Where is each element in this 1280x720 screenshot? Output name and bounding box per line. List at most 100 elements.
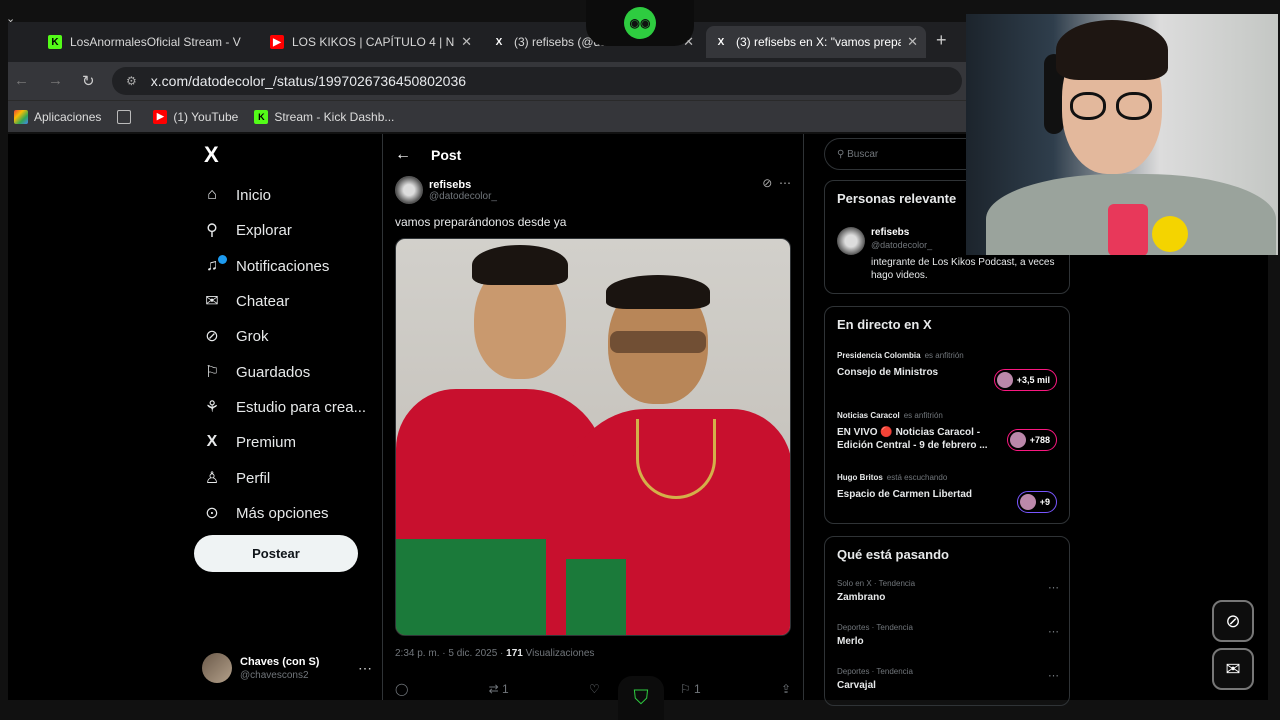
more-circle-icon: ⊙: [205, 505, 219, 522]
listener-count[interactable]: +3,5 mil: [993, 369, 1057, 391]
avatar: [395, 176, 423, 204]
post-author[interactable]: refisebs @datodecolor_: [395, 176, 497, 204]
stream-frame: ⌄ K LosAnormalesOficial Stream - V ▶ LOS…: [0, 0, 1280, 720]
more-icon[interactable]: ⋯: [1048, 625, 1059, 638]
live-space[interactable]: Hugo Britos está escuchando Espacio de Ca…: [837, 473, 1007, 501]
person-bio: integrante de Los Kikos Podcast, a veces…: [871, 257, 1055, 281]
more-icon[interactable]: ⋯: [1048, 581, 1059, 594]
bookmark-youtube[interactable]: ▶ (1) YouTube: [153, 109, 238, 124]
bookmark-icon: ⚐: [204, 364, 220, 381]
close-tab-icon[interactable]: ✕: [907, 34, 918, 50]
account-handle: @chavescons2: [240, 669, 309, 681]
grok-float-button[interactable]: ⊘: [1212, 600, 1254, 642]
nav-bookmarks[interactable]: ⚐ Guardados: [202, 357, 310, 387]
bookmark-grid[interactable]: [117, 109, 137, 124]
x-logo-icon: X: [495, 36, 503, 48]
trending-card: Qué está pasando Solo en X · Tendencia Z…: [824, 536, 1070, 706]
messages-float-button[interactable]: ✉: [1212, 648, 1254, 690]
host-role: es anfitrión: [903, 411, 943, 420]
listener-count[interactable]: +9: [1016, 491, 1057, 513]
author-handle: @datodecolor_: [429, 190, 497, 202]
post-button[interactable]: Postear: [194, 535, 358, 572]
bvb-crest-icon: [1152, 216, 1188, 252]
nav-profile[interactable]: ♙ Perfil: [202, 463, 270, 493]
like-icon[interactable]: ♡: [589, 682, 600, 696]
sunglasses: [610, 331, 706, 353]
notification-badge: [218, 255, 227, 264]
live-on-x-card: En directo en X Presidencia Colombia es a…: [824, 306, 1070, 524]
repost-button[interactable]: ⇄ 1: [489, 682, 509, 696]
site-info-icon[interactable]: ⚙: [126, 74, 137, 88]
nav-creator-studio[interactable]: ⚘ Estudio para crea...: [202, 392, 366, 422]
glasses-lens: [1070, 92, 1106, 120]
bookmark-kick[interactable]: K Stream - Kick Dashb...: [254, 109, 394, 124]
url-text: x.com/datodecolor_/status/19970267364508…: [150, 73, 467, 89]
trend-item[interactable]: Deportes · Tendencia Merlo ⋯: [837, 623, 1059, 647]
glasses-mascot-icon: ◉◉: [624, 7, 656, 39]
more-icon[interactable]: ⋯: [358, 660, 372, 677]
search-icon: ⚲: [206, 222, 218, 239]
live-space[interactable]: Presidencia Colombia es anfitrión Consejo…: [837, 351, 997, 379]
live-space[interactable]: Noticias Caracol es anfitrión EN VIVO 🔴 N…: [837, 411, 1007, 452]
left-sidebar: X ⌂ Inicio ⚲ Explorar ♫ Notificaciones ✉ Cha…: [194, 134, 384, 700]
x-logo-icon[interactable]: X: [204, 142, 219, 168]
host-name: Noticias Caracol: [837, 411, 900, 420]
nav-premium[interactable]: X Premium: [202, 427, 296, 457]
x-premium-icon: X: [206, 433, 218, 450]
share-icon[interactable]: ⇪: [781, 682, 791, 696]
post-actions: ◯ ⇄ 1 ♡ ⚐ 1 ⇪: [395, 682, 791, 696]
nav-more[interactable]: ⊙ Más opciones: [202, 498, 328, 528]
home-icon: ⌂: [207, 186, 217, 203]
back-arrow-icon[interactable]: ←: [14, 72, 29, 89]
microphone: [1108, 204, 1148, 255]
post-header: ← Post: [383, 134, 803, 176]
grok-icon[interactable]: ⊘: [762, 176, 772, 190]
nav-grok[interactable]: ⊘ Grok: [202, 321, 268, 351]
person-icon: ♙: [204, 470, 220, 487]
avatar: [1009, 432, 1026, 448]
reply-icon[interactable]: ◯: [395, 682, 408, 696]
reload-icon[interactable]: ↻: [82, 72, 95, 90]
author-name: refisebs: [429, 178, 472, 191]
trend-item[interactable]: Solo en X · Tendencia Zambrano ⋯: [837, 579, 1059, 603]
grid-icon: [117, 109, 132, 124]
url-field[interactable]: ⚙ x.com/datodecolor_/status/199702673645…: [112, 67, 962, 95]
more-icon[interactable]: ⋯: [779, 176, 791, 190]
post-column: ← Post refisebs @datodecolor_ ⊘ ⋯ vamos …: [382, 134, 804, 700]
avatar: [837, 227, 865, 255]
back-arrow-icon[interactable]: ←: [395, 146, 411, 164]
post-controls: ⊘ ⋯: [762, 176, 791, 190]
nav-notifications[interactable]: ♫ Notificaciones: [202, 251, 329, 281]
repost-icon: ⇄: [488, 682, 503, 696]
forward-arrow-icon[interactable]: →: [48, 72, 63, 89]
trend-name: Zambrano: [837, 592, 886, 603]
nav-explore[interactable]: ⚲ Explorar: [202, 215, 292, 245]
bookmark-apps[interactable]: Aplicaciones: [14, 109, 101, 124]
new-tab-button[interactable]: +: [936, 30, 947, 51]
close-tab-icon[interactable]: ✕: [461, 34, 472, 50]
kick-icon: K: [254, 109, 269, 124]
trend-item[interactable]: Deportes · Tendencia Carvajal ⋯: [837, 667, 1059, 691]
account-switcher[interactable]: Chaves (con S) @chavescons2 ⋯: [202, 650, 372, 686]
tab-x-post[interactable]: X (3) refisebs en X: "vamos prepar ✕: [706, 26, 926, 58]
page-title: Post: [431, 147, 462, 163]
trend-context: Deportes · Tendencia: [837, 623, 913, 632]
tab-youtube[interactable]: ▶ LOS KIKOS | CAPÍTULO 4 | Ni id ✕: [262, 26, 480, 58]
nav-chat[interactable]: ✉ Chatear: [202, 286, 289, 316]
shirt-green-panel: [566, 559, 626, 635]
views-label: Visualizaciones: [525, 648, 595, 659]
post-meta: 2:34 p. m. · 5 dic. 2025 · 171 Visualiza…: [395, 648, 594, 659]
post-image[interactable]: [395, 238, 791, 636]
person-right-hair: [606, 275, 710, 309]
bookmark-button[interactable]: ⚐ 1: [680, 682, 701, 696]
search-icon: ⚲: [837, 148, 848, 160]
listener-count[interactable]: +788: [1006, 429, 1057, 451]
kick-icon: K: [48, 35, 62, 49]
account-name: Chaves (con S): [240, 655, 320, 668]
space-host: Noticias Caracol es anfitrión: [837, 411, 1007, 420]
webcam-overlay: [966, 14, 1278, 255]
nav-home[interactable]: ⌂ Inicio: [202, 180, 271, 210]
tab-kick-stream[interactable]: K LosAnormalesOficial Stream - V: [40, 26, 258, 58]
bookmarks-bar: Aplicaciones ▶ (1) YouTube K Stream - Ki…: [8, 100, 968, 132]
more-icon[interactable]: ⋯: [1048, 669, 1059, 682]
